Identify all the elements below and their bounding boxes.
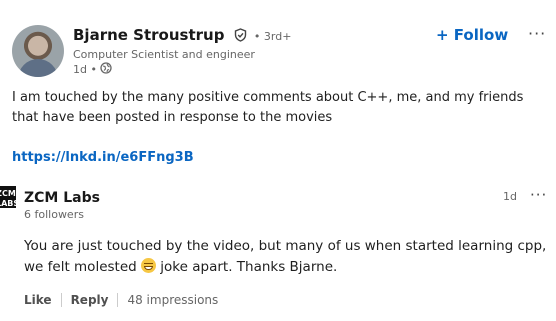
- author-avatar[interactable]: [12, 25, 64, 77]
- comment-actions: Like Reply 48 impressions: [24, 293, 218, 307]
- author-info: Bjarne Stroustrup • 3rd+ Computer Scient…: [73, 25, 291, 78]
- comment-more-icon[interactable]: ···: [530, 186, 547, 204]
- author-name-row: Bjarne Stroustrup • 3rd+: [73, 25, 291, 47]
- comment-text-part2: joke apart. Thanks Bjarne.: [156, 259, 338, 275]
- grin-emoji-icon: [141, 258, 156, 273]
- connection-degree: • 3rd+: [253, 30, 292, 43]
- post-time: 1d •: [73, 63, 97, 76]
- author-headline: Computer Scientist and engineer: [73, 48, 255, 61]
- verified-shield-icon: [234, 27, 247, 47]
- post-meta: 1d •: [73, 62, 291, 78]
- post-text: I am touched by the many positive commen…: [12, 90, 524, 125]
- globe-icon: [100, 62, 112, 78]
- commenter-followers: 6 followers: [24, 208, 84, 221]
- post-more-icon[interactable]: ···: [528, 25, 546, 43]
- like-button[interactable]: Like: [24, 293, 52, 307]
- reply-button[interactable]: Reply: [71, 293, 109, 307]
- comment-time: 1d: [503, 190, 517, 203]
- post-header: Bjarne Stroustrup • 3rd+ Computer Scient…: [12, 25, 556, 81]
- commenter-name[interactable]: ZCM Labs: [24, 189, 100, 207]
- divider: [60, 293, 62, 307]
- follow-button[interactable]: + Follow: [436, 25, 508, 45]
- commenter-avatar[interactable]: ZCM LABS: [0, 186, 19, 208]
- divider: [117, 293, 119, 307]
- post-link[interactable]: https://lnkd.in/e6FFng3B: [12, 150, 194, 165]
- impressions-count: 48 impressions: [127, 293, 219, 307]
- author-name[interactable]: Bjarne Stroustrup: [73, 26, 224, 44]
- comment-text: You are just touched by the video, but m…: [24, 236, 552, 278]
